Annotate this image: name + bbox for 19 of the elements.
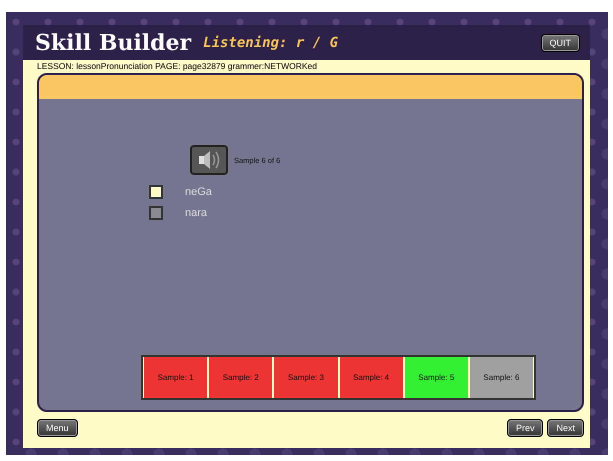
answer-checkbox[interactable]	[149, 185, 163, 199]
answer-label: nara	[185, 207, 208, 219]
speaker-button[interactable]	[190, 145, 228, 175]
next-button[interactable]: Next	[547, 419, 584, 437]
lesson-info: LESSON: lessonPronunciation PAGE: page32879 grammer:NETWORKed	[36, 60, 318, 71]
prev-button[interactable]: Prev	[506, 419, 544, 437]
answer-checkbox[interactable]	[149, 206, 163, 220]
quit-button[interactable]: QUIT	[540, 34, 580, 52]
app-title: Skill Builder	[35, 30, 192, 56]
sample-button[interactable]: Sample: 1	[144, 357, 208, 398]
menu-button[interactable]: Menu	[37, 419, 78, 437]
lesson-subtitle: Listening: r / G	[203, 34, 339, 50]
speaker-icon	[196, 149, 222, 171]
answer-label: neGa	[185, 186, 212, 198]
sample-button[interactable]: Sample: 4	[340, 357, 403, 398]
sample-button[interactable]: Sample: 2	[209, 357, 272, 398]
sample-button[interactable]: Sample: 6	[470, 357, 534, 398]
sample-button[interactable]: Sample: 3	[274, 357, 338, 398]
sample-button[interactable]: Sample: 5	[404, 357, 468, 398]
